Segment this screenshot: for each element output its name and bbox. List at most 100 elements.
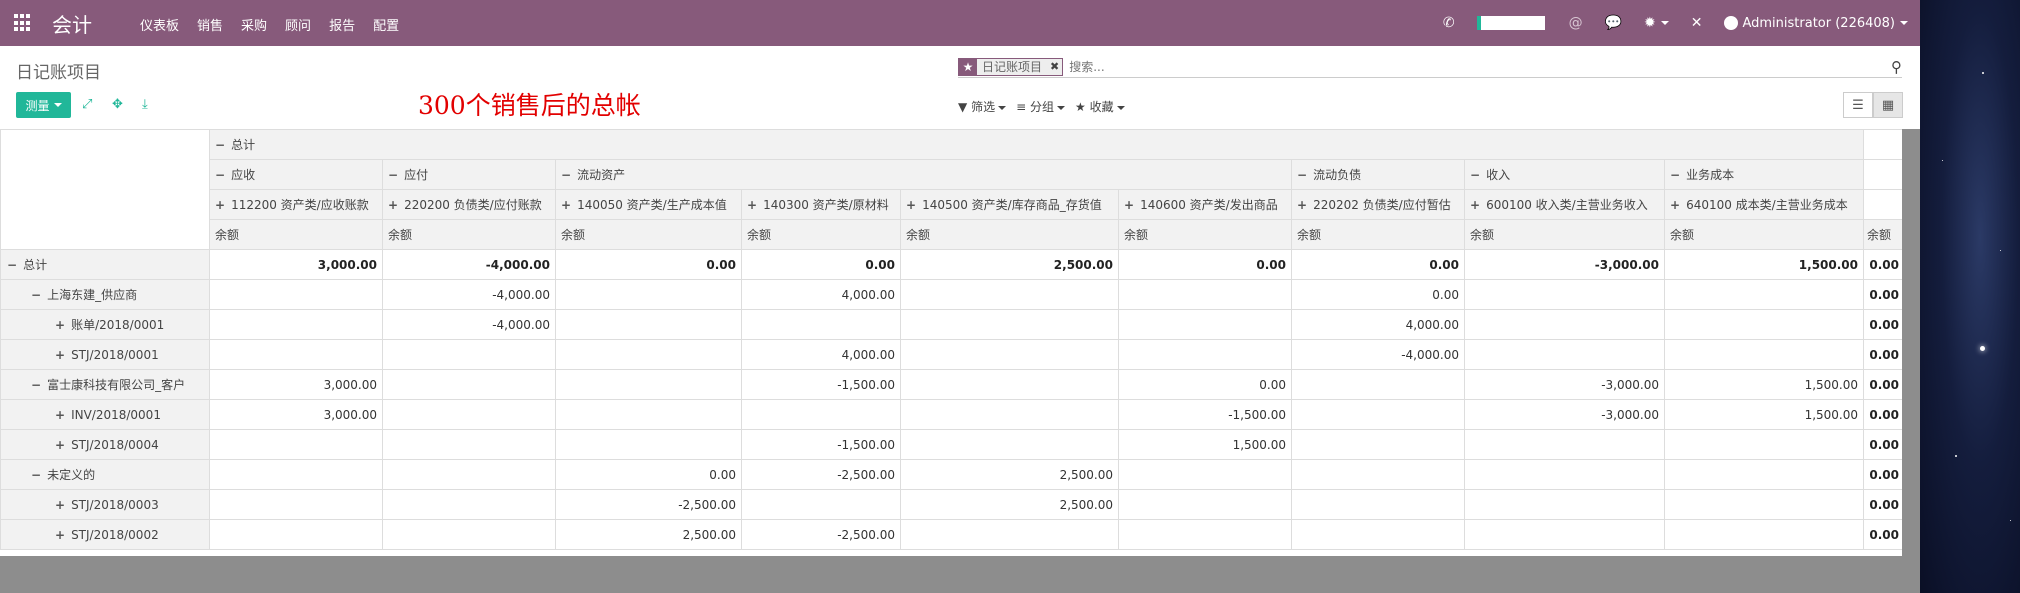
table-cell[interactable] xyxy=(1291,369,1465,400)
table-cell[interactable] xyxy=(1664,429,1864,460)
table-cell[interactable]: 0.00 xyxy=(1291,249,1465,280)
table-cell[interactable] xyxy=(209,339,383,370)
account-header[interactable]: +140600 资产类/发出商品 xyxy=(1118,189,1292,220)
table-cell[interactable] xyxy=(1464,429,1665,460)
table-cell[interactable] xyxy=(1664,459,1864,490)
table-cell[interactable] xyxy=(1664,519,1864,550)
table-cell[interactable]: 3,000.00 xyxy=(209,399,383,430)
quick-search-box[interactable] xyxy=(1476,16,1545,30)
table-cell[interactable] xyxy=(209,489,383,520)
list-view-icon[interactable]: ☰ xyxy=(1843,92,1873,118)
row-header[interactable]: − 未定义的 xyxy=(0,459,210,490)
filter-dropdown[interactable]: ▼ 筛选 xyxy=(958,98,1007,115)
table-cell[interactable] xyxy=(209,279,383,310)
table-cell[interactable] xyxy=(900,429,1119,460)
account-header[interactable]: +220202 负债类/应付暂估 xyxy=(1291,189,1465,220)
row-header[interactable]: + STJ/2018/0001 xyxy=(0,339,210,370)
row-header[interactable]: + STJ/2018/0003 xyxy=(0,489,210,520)
account-header[interactable]: +112200 资产类/应收账款 xyxy=(209,189,383,220)
table-cell[interactable]: 3,000.00 xyxy=(209,249,383,280)
chat-icon[interactable]: 💬 xyxy=(1605,15,1622,31)
table-cell[interactable]: 0.00 xyxy=(555,459,742,490)
favorites-dropdown[interactable]: ★ 收藏 xyxy=(1075,98,1125,115)
table-cell[interactable] xyxy=(555,279,742,310)
table-cell[interactable]: -1,500.00 xyxy=(741,429,901,460)
account-header[interactable]: +140300 资产类/原材料 xyxy=(741,189,901,220)
table-cell[interactable]: 0.00 xyxy=(1118,249,1292,280)
column-group-header[interactable]: − 流动负债 xyxy=(1291,159,1465,190)
row-header[interactable]: + STJ/2018/0004 xyxy=(0,429,210,460)
account-header[interactable]: +140050 资产类/生产成本值 xyxy=(555,189,742,220)
table-cell[interactable] xyxy=(382,489,556,520)
row-total-cell[interactable]: 0.00 xyxy=(1863,519,1903,550)
account-header[interactable]: +140500 资产类/库存商品_存货值 xyxy=(900,189,1119,220)
row-header[interactable]: + 账单/2018/0001 xyxy=(0,309,210,340)
row-header[interactable]: + INV/2018/0001 xyxy=(0,399,210,430)
table-cell[interactable]: 3,000.00 xyxy=(209,369,383,400)
measure-header[interactable]: 余额 xyxy=(382,219,556,250)
table-cell[interactable] xyxy=(1664,309,1864,340)
table-cell[interactable]: -2,500.00 xyxy=(741,519,901,550)
table-cell[interactable] xyxy=(1664,279,1864,310)
account-header[interactable]: +220200 负债类/应付账款 xyxy=(382,189,556,220)
table-cell[interactable] xyxy=(555,399,742,430)
table-cell[interactable] xyxy=(900,399,1119,430)
column-group-header[interactable]: − 应收 xyxy=(209,159,383,190)
table-cell[interactable] xyxy=(555,309,742,340)
account-header[interactable]: +600100 收入类/主营业务收入 xyxy=(1464,189,1665,220)
table-cell[interactable]: -2,500.00 xyxy=(741,459,901,490)
table-cell[interactable] xyxy=(1464,459,1665,490)
table-cell[interactable]: 2,500.00 xyxy=(900,489,1119,520)
table-cell[interactable] xyxy=(209,459,383,490)
table-cell[interactable] xyxy=(900,309,1119,340)
table-cell[interactable] xyxy=(382,429,556,460)
table-cell[interactable]: -3,000.00 xyxy=(1464,399,1665,430)
table-cell[interactable]: -4,000.00 xyxy=(382,309,556,340)
row-total-cell[interactable]: 0.00 xyxy=(1863,429,1903,460)
table-cell[interactable] xyxy=(382,369,556,400)
bug-icon[interactable]: ✹ xyxy=(1644,15,1669,31)
table-cell[interactable] xyxy=(1464,519,1665,550)
phone-icon[interactable]: ✆ xyxy=(1443,15,1455,31)
table-cell[interactable] xyxy=(382,519,556,550)
row-header[interactable]: − 富士康科技有限公司_客户 xyxy=(0,369,210,400)
account-header[interactable]: +640100 成本类/主营业务成本 xyxy=(1664,189,1864,220)
table-cell[interactable] xyxy=(1291,489,1465,520)
measure-header[interactable]: 余额 xyxy=(1464,219,1665,250)
table-cell[interactable] xyxy=(1291,429,1465,460)
table-cell[interactable] xyxy=(555,339,742,370)
table-cell[interactable] xyxy=(382,399,556,430)
table-cell[interactable]: 1,500.00 xyxy=(1664,369,1864,400)
table-cell[interactable] xyxy=(1464,339,1665,370)
table-cell[interactable]: 2,500.00 xyxy=(900,249,1119,280)
column-group-header[interactable]: − 流动资产 xyxy=(555,159,1292,190)
close-icon[interactable]: ✖ xyxy=(1047,58,1063,75)
table-cell[interactable]: -2,500.00 xyxy=(555,489,742,520)
measure-header[interactable]: 余额 xyxy=(555,219,742,250)
row-total-cell[interactable]: 0.00 xyxy=(1863,459,1903,490)
table-cell[interactable]: -4,000.00 xyxy=(1291,339,1465,370)
row-total-cell[interactable]: 0.00 xyxy=(1863,399,1903,430)
table-cell[interactable] xyxy=(1464,279,1665,310)
row-header[interactable]: + STJ/2018/0002 xyxy=(0,519,210,550)
measure-header[interactable]: 余额 xyxy=(741,219,901,250)
table-cell[interactable] xyxy=(555,429,742,460)
table-cell[interactable] xyxy=(1118,489,1292,520)
table-cell[interactable] xyxy=(209,429,383,460)
menu-purchase[interactable]: 采购 xyxy=(241,15,267,34)
table-cell[interactable]: 1,500.00 xyxy=(1664,399,1864,430)
table-cell[interactable]: 0.00 xyxy=(555,249,742,280)
user-menu[interactable]: Administrator (226408) xyxy=(1724,16,1908,31)
table-cell[interactable]: 2,500.00 xyxy=(555,519,742,550)
measure-header[interactable]: 余额 xyxy=(1291,219,1465,250)
row-total-cell[interactable]: 0.00 xyxy=(1863,339,1903,370)
flip-axis-icon[interactable]: ⤢ xyxy=(82,97,92,112)
column-group-header[interactable]: − 收入 xyxy=(1464,159,1665,190)
download-icon[interactable]: ⤓ xyxy=(142,97,148,112)
groupby-dropdown[interactable]: ≡ 分组 xyxy=(1016,98,1065,115)
apps-menu-icon[interactable] xyxy=(14,14,32,32)
measure-header[interactable]: 余额 xyxy=(1118,219,1292,250)
table-cell[interactable] xyxy=(1464,489,1665,520)
table-cell[interactable] xyxy=(900,279,1119,310)
search-icon[interactable]: ⚲ xyxy=(1891,58,1902,76)
